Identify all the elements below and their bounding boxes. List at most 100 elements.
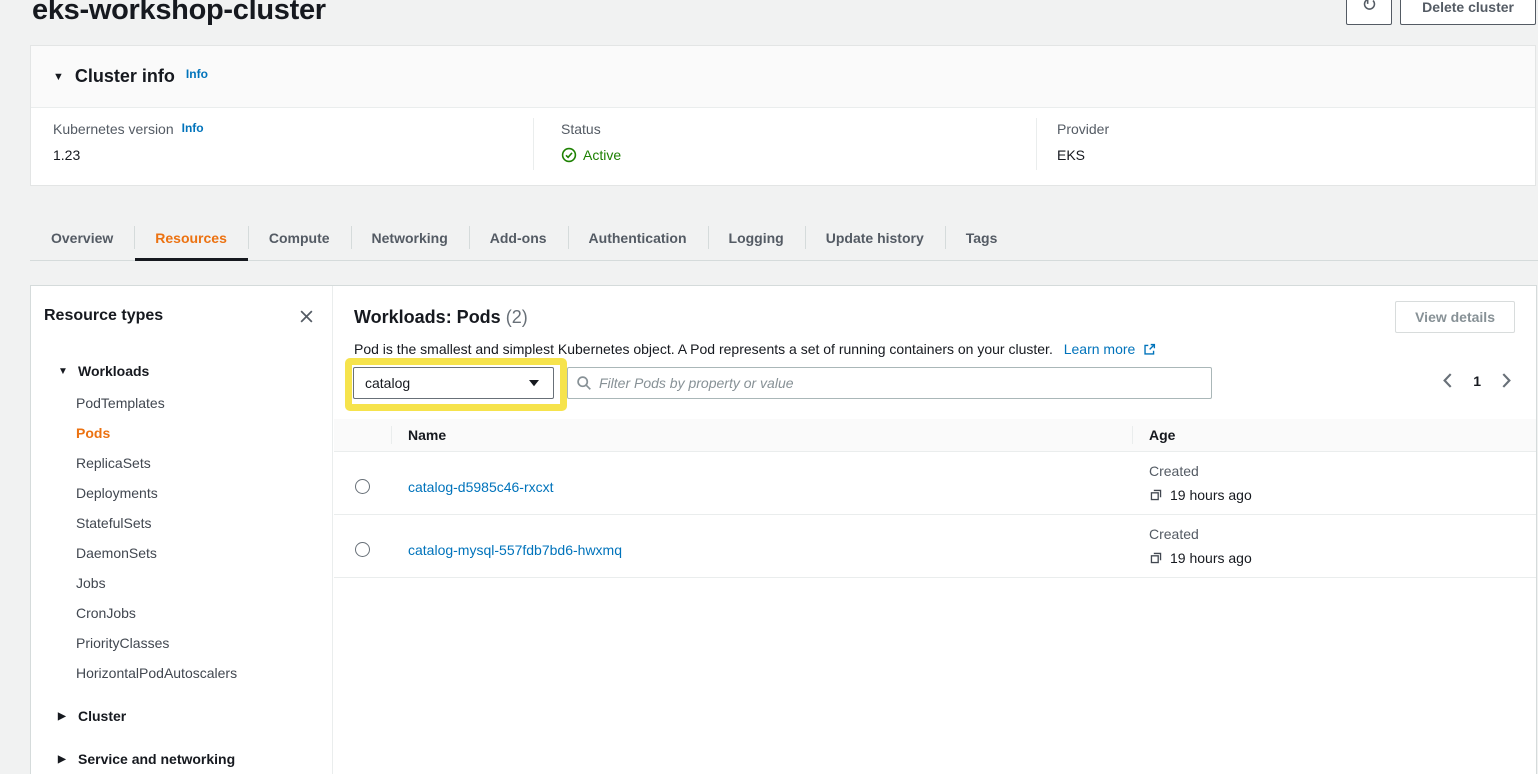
kubernetes-version-value: 1.23 (53, 147, 204, 163)
sidebar-item-horizontalpodautoscalers[interactable]: HorizontalPodAutoscalers (31, 658, 332, 688)
column-divider (1132, 426, 1133, 444)
pods-description-text: Pod is the smallest and simplest Kuberne… (354, 341, 1053, 357)
close-icon (299, 309, 314, 324)
learn-more-label: Learn more (1064, 341, 1136, 357)
chevron-down-icon (528, 379, 540, 387)
chevron-left-icon (1443, 373, 1452, 388)
column-divider (391, 426, 392, 444)
sidebar-group-label: Service and networking (78, 751, 235, 767)
age-value: 19 hours ago (1170, 487, 1252, 503)
resource-types-title: Resource types (44, 307, 163, 325)
provider-value: EKS (1057, 147, 1109, 163)
collapse-caret-icon: ▼ (53, 71, 64, 83)
status-label: Status (561, 121, 601, 137)
table-row: catalog-d5985c46-rxcxt Created 19 hours … (334, 452, 1536, 515)
cluster-info-title: Cluster info (75, 66, 175, 87)
table-row: catalog-mysql-557fdb7bd6-hwxmq Created 1… (334, 515, 1536, 578)
filter-type-value: catalog (365, 375, 410, 391)
pods-panel: Workloads: Pods (2) View details Pod is … (334, 286, 1536, 774)
column-header-age[interactable]: Age (1149, 419, 1175, 452)
filter-type-dropdown[interactable]: catalog (353, 367, 554, 399)
cluster-info-info-link[interactable]: Info (186, 67, 208, 81)
provider-label: Provider (1057, 121, 1109, 137)
sidebar-group-label: Cluster (78, 708, 126, 724)
pods-description: Pod is the smallest and simplest Kuberne… (354, 341, 1156, 357)
tab-add-ons[interactable]: Add-ons (469, 217, 568, 260)
cluster-info-panel: ▼ Cluster info Info Kubernetes version I… (30, 45, 1536, 186)
page-title: eks-workshop-cluster (32, 0, 326, 27)
row-radio-button[interactable] (355, 542, 370, 557)
tab-tags[interactable]: Tags (945, 217, 1019, 260)
tab-overview[interactable]: Overview (30, 217, 134, 260)
sidebar-item-podtemplates[interactable]: PodTemplates (31, 388, 332, 418)
check-circle-icon (561, 147, 577, 163)
search-input[interactable] (599, 375, 1203, 391)
sidebar-item-statefulsets[interactable]: StatefulSets (31, 508, 332, 538)
refresh-button[interactable]: ↻ (1346, 0, 1392, 25)
sidebar-item-cronjobs[interactable]: CronJobs (31, 598, 332, 628)
view-details-button[interactable]: View details (1395, 301, 1515, 333)
delete-cluster-button[interactable]: Delete cluster (1400, 0, 1536, 25)
pods-heading-text: Workloads: Pods (354, 307, 501, 327)
copy-icon[interactable] (1149, 551, 1163, 565)
sidebar-item-deployments[interactable]: Deployments (31, 478, 332, 508)
cluster-info-header[interactable]: ▼ Cluster info Info (31, 46, 1535, 108)
external-link-icon (1143, 343, 1156, 356)
search-icon (576, 375, 592, 391)
next-page-button[interactable] (1500, 371, 1513, 390)
tab-update-history[interactable]: Update history (805, 217, 945, 260)
age-cell: Created 19 hours ago (1149, 463, 1252, 503)
sidebar-group-cluster[interactable]: ▶ Cluster (31, 701, 332, 731)
header-actions: ↻ Delete cluster (1346, 0, 1536, 25)
sidebar-group-service-and-networking[interactable]: ▶ Service and networking (31, 744, 332, 774)
pod-name-link[interactable]: catalog-mysql-557fdb7bd6-hwxmq (408, 542, 622, 558)
sidebar-item-pods[interactable]: Pods (31, 418, 332, 448)
age-value: 19 hours ago (1170, 550, 1252, 566)
current-page[interactable]: 1 (1473, 373, 1481, 389)
caret-right-icon: ▶ (58, 754, 69, 765)
pods-filter-search (567, 367, 1212, 399)
pods-table: Name Age catalog-d5985c46-rxcxt Created … (334, 419, 1536, 578)
cluster-tabs: Overview Resources Compute Networking Ad… (30, 217, 1538, 261)
sidebar-group-label: Workloads (78, 363, 149, 379)
age-created-label: Created (1149, 463, 1252, 479)
cluster-info-body: Kubernetes version Info 1.23 Status Acti… (31, 108, 1535, 186)
tab-compute[interactable]: Compute (248, 217, 351, 260)
pods-panel-title: Workloads: Pods (2) (354, 307, 528, 328)
caret-down-icon: ▼ (58, 366, 69, 377)
tab-authentication[interactable]: Authentication (568, 217, 708, 260)
sidebar-item-replicasets[interactable]: ReplicaSets (31, 448, 332, 478)
workloads-items: PodTemplates Pods ReplicaSets Deployment… (31, 388, 332, 688)
status-field: Status Active (561, 121, 621, 163)
learn-more-link[interactable]: Learn more (1064, 341, 1156, 357)
column-header-name[interactable]: Name (408, 419, 446, 452)
provider-field: Provider EKS (1057, 121, 1109, 163)
kubernetes-version-info-link[interactable]: Info (182, 121, 204, 135)
row-radio-button[interactable] (355, 479, 370, 494)
resource-types-sidebar: Resource types ▼ Workloads PodTemplates … (31, 286, 333, 774)
sidebar-item-priorityclasses[interactable]: PriorityClasses (31, 628, 332, 658)
age-cell: Created 19 hours ago (1149, 526, 1252, 566)
status-value: Active (583, 147, 621, 163)
kubernetes-version-field: Kubernetes version Info 1.23 (53, 121, 204, 163)
pod-name-link[interactable]: catalog-d5985c46-rxcxt (408, 479, 554, 495)
table-header: Name Age (334, 419, 1536, 452)
resource-types-nav: ▼ Workloads PodTemplates Pods ReplicaSet… (31, 356, 332, 774)
tab-logging[interactable]: Logging (708, 217, 805, 260)
pagination: 1 (1441, 371, 1513, 390)
sidebar-item-jobs[interactable]: Jobs (31, 568, 332, 598)
close-sidebar-button[interactable] (295, 305, 317, 327)
divider (1036, 118, 1037, 170)
tab-networking[interactable]: Networking (351, 217, 469, 260)
tab-resources[interactable]: Resources (134, 217, 248, 260)
chevron-right-icon (1502, 373, 1511, 388)
status-badge: Active (561, 147, 621, 163)
caret-right-icon: ▶ (58, 711, 69, 722)
kubernetes-version-label: Kubernetes version (53, 121, 174, 137)
divider (533, 118, 534, 170)
sidebar-item-daemonsets[interactable]: DaemonSets (31, 538, 332, 568)
sidebar-group-workloads[interactable]: ▼ Workloads (31, 356, 332, 386)
resources-content: Resource types ▼ Workloads PodTemplates … (30, 285, 1537, 774)
copy-icon[interactable] (1149, 488, 1163, 502)
previous-page-button[interactable] (1441, 371, 1454, 390)
